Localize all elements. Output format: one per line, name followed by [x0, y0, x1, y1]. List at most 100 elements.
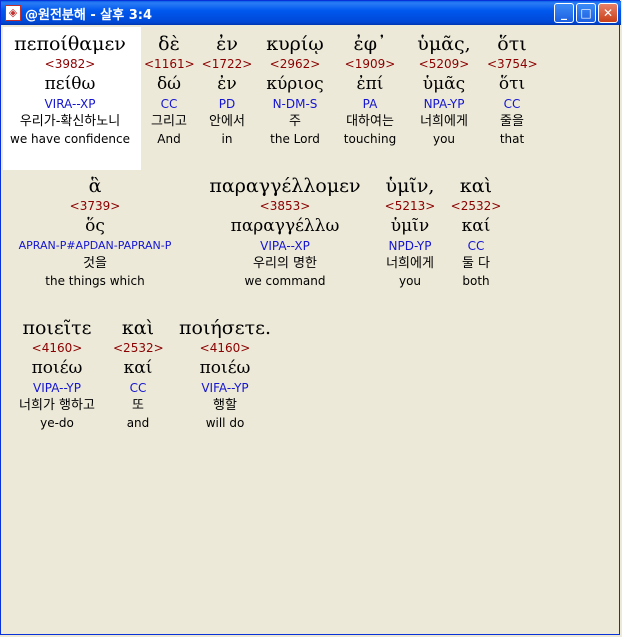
english-gloss: we have confidence	[10, 132, 130, 146]
english-gloss: you	[398, 274, 422, 288]
interlinear-word[interactable]: καὶ <2532> καί CC 둘 다 both	[449, 175, 503, 289]
korean-gloss: 너희가 행하고	[19, 398, 95, 413]
title-bar[interactable]: ◈ @원전분해 - 살후 3:4 _ □ ✕	[1, 1, 621, 25]
korean-gloss: 그리고	[151, 114, 187, 129]
lemma-word: ποιέω	[31, 358, 83, 378]
lemma-word: κύριος	[266, 74, 324, 94]
strong-number[interactable]: <3739>	[5, 197, 185, 215]
interlinear-word[interactable]: ἃ <3739> ὅς APRAN-P#APDAN-PAPRAN-P 것을 th…	[5, 175, 185, 289]
english-gloss: the things which	[45, 274, 145, 288]
english-gloss: ye-do	[40, 416, 74, 430]
greek-word: ὑμῖν,	[385, 175, 435, 197]
lemma-word: ὑμᾶς	[422, 74, 466, 94]
greek-word: καὶ	[121, 317, 155, 339]
greek-word: δὲ	[158, 33, 180, 55]
strong-number[interactable]: <5209>	[411, 55, 477, 73]
interlinear-word[interactable]: καὶ <2532> καί CC 또 and	[113, 317, 164, 431]
lemma-word: ἐπί	[356, 74, 384, 94]
greek-word: ποιεῖτε	[22, 317, 92, 339]
strong-number[interactable]: <1722>	[200, 55, 254, 73]
greek-word: ποιήσετε.	[179, 317, 271, 339]
korean-gloss: 또	[132, 398, 144, 413]
strong-number[interactable]: <4160>	[9, 339, 105, 357]
parse-code: NPA-YP	[423, 97, 465, 111]
parse-code: VIRA--XP	[44, 97, 96, 111]
app-icon[interactable]: ◈	[5, 5, 21, 21]
interlinear-word[interactable]: ἐφ᾽ <1909> ἐπί PA 대하여는 touching	[337, 33, 403, 147]
korean-gloss: 대하여는	[346, 114, 394, 129]
lemma-word: ὅτι	[498, 74, 526, 94]
korean-gloss: 우리의 명한	[253, 256, 317, 271]
window-title: @원전분해 - 살후 3:4	[25, 8, 153, 23]
parse-code: APRAN-P#APDAN-PAPRAN-P	[18, 239, 172, 252]
lemma-word: πείθω	[44, 74, 96, 94]
english-gloss: in	[221, 132, 233, 146]
english-gloss: you	[432, 132, 456, 146]
interlinear-word[interactable]: πεποίθαμεν <3982> πείθω VIRA--XP 우리가-확신하…	[3, 33, 137, 147]
english-gloss: the Lord	[270, 132, 320, 146]
interlinear-word[interactable]: ὑμῖν, <5213> ὑμῖν NPD-YP 너희에게 you	[377, 175, 443, 289]
parse-code: VIFA--YP	[201, 381, 249, 395]
greek-word: ὅτι	[497, 33, 527, 55]
lemma-word: δώ	[156, 74, 182, 94]
parse-code: CC	[467, 239, 485, 253]
interlinear-word[interactable]: παραγγέλλομεν <3853> παραγγέλλω VIPA--XP…	[201, 175, 369, 289]
korean-gloss: 안에서	[209, 114, 245, 129]
korean-gloss: 것을	[83, 256, 107, 271]
greek-word: ἃ	[88, 175, 102, 197]
korean-gloss: 줄을	[500, 114, 524, 129]
interlinear-word[interactable]: ποιεῖτε <4160> ποιέω VIPA--YP 너희가 행하고 ye…	[9, 317, 105, 431]
lemma-word: παραγγέλλω	[230, 216, 340, 236]
greek-word: ὑμᾶς,	[417, 33, 471, 55]
lemma-word: ὑμῖν	[390, 216, 430, 236]
strong-number[interactable]: <2962>	[261, 55, 329, 73]
parse-code: PD	[218, 97, 236, 111]
greek-word: κυρίῳ	[266, 33, 324, 55]
parse-code: PA	[362, 97, 378, 111]
interlinear-word[interactable]: κυρίῳ <2962> κύριος N-DM-S 주 the Lord	[261, 33, 329, 147]
lemma-word: ὅς	[85, 216, 105, 236]
lemma-word: ποιέω	[199, 358, 251, 378]
greek-word: ἐφ᾽	[353, 33, 387, 55]
strong-number[interactable]: <3853>	[201, 197, 369, 215]
parse-code: VIPA--XP	[260, 239, 310, 253]
strong-number[interactable]: <4160>	[171, 339, 279, 357]
greek-word: ἐν	[216, 33, 238, 55]
korean-gloss: 우리가-확신하노니	[19, 114, 121, 129]
interlinear-word[interactable]: ὑμᾶς, <5209> ὑμᾶς NPA-YP 너희에게 you	[411, 33, 477, 147]
close-button[interactable]: ✕	[598, 3, 618, 23]
korean-gloss: 행할	[213, 398, 237, 413]
strong-number[interactable]: <1909>	[337, 55, 403, 73]
korean-gloss: 둘 다	[461, 256, 491, 271]
parse-code: N-DM-S	[272, 97, 318, 111]
interlinear-word[interactable]: ὅτι <3754> ὅτι CC 줄을 that	[487, 33, 538, 147]
maximize-button[interactable]: □	[576, 3, 596, 23]
korean-gloss: 너희에게	[386, 256, 434, 271]
lemma-word: καί	[461, 216, 491, 236]
parse-code: NPD-YP	[388, 239, 432, 253]
interlinear-word[interactable]: ἐν <1722> ἐν PD 안에서 in	[200, 33, 254, 147]
interlinear-word[interactable]: δὲ <1161> δώ CC 그리고 And	[144, 33, 195, 147]
interlinear-word[interactable]: ποιήσετε. <4160> ποιέω VIFA--YP 행할 will …	[171, 317, 279, 431]
interlinear-view: πεποίθαμεν <3982> πείθω VIRA--XP 우리가-확신하…	[3, 27, 617, 633]
english-gloss: we command	[244, 274, 326, 288]
parse-code: CC	[129, 381, 147, 395]
strong-number[interactable]: <2532>	[113, 339, 164, 357]
parse-code: CC	[503, 97, 521, 111]
parse-code: VIPA--YP	[33, 381, 81, 395]
korean-gloss: 주	[289, 114, 301, 129]
strong-number[interactable]: <2532>	[449, 197, 503, 215]
minimize-button[interactable]: _	[554, 3, 574, 23]
english-gloss: And	[157, 132, 181, 146]
parse-code: CC	[160, 97, 178, 111]
korean-gloss: 너희에게	[420, 114, 468, 129]
greek-word: πεποίθαμεν	[14, 33, 126, 55]
strong-number[interactable]: <3982>	[3, 55, 137, 73]
strong-number[interactable]: <5213>	[377, 197, 443, 215]
english-gloss: touching	[343, 132, 397, 146]
english-gloss: will do	[205, 416, 245, 430]
english-gloss: both	[462, 274, 490, 288]
strong-number[interactable]: <3754>	[487, 55, 538, 73]
strong-number[interactable]: <1161>	[144, 55, 195, 73]
greek-word: παραγγέλλομεν	[209, 175, 361, 197]
